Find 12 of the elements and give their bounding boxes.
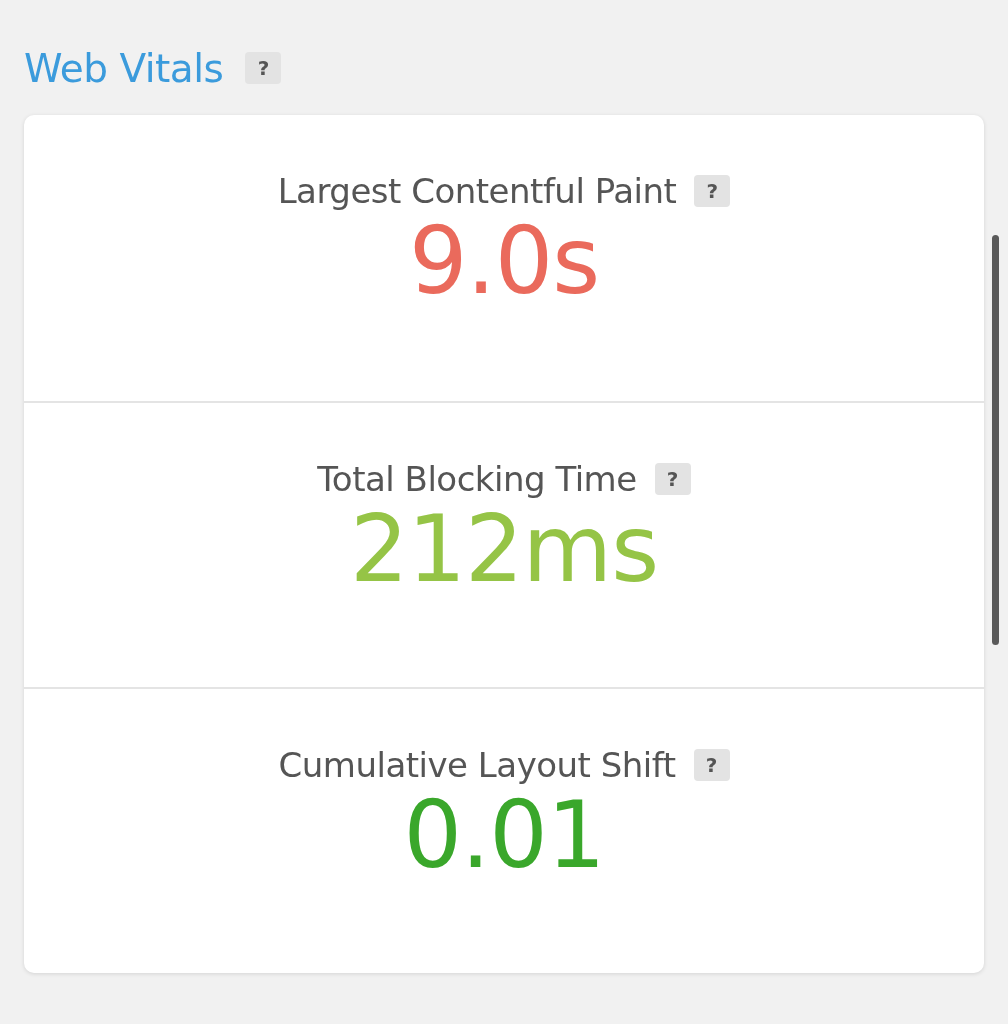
metric-label: Largest Contentful Paint [277, 171, 677, 211]
metric-value: 9.0s [408, 211, 600, 313]
help-button[interactable]: ? [654, 463, 691, 495]
metric-value: 0.01 [403, 785, 605, 887]
metric-label: Cumulative Layout Shift [278, 745, 676, 785]
scrollbar[interactable] [992, 235, 999, 645]
help-button[interactable]: ? [694, 175, 731, 207]
metric-label: Total Blocking Time [317, 459, 637, 499]
section-title: Web Vitals [24, 45, 224, 91]
help-button[interactable]: ? [245, 52, 282, 84]
metric-value: 212ms [349, 499, 659, 601]
help-button[interactable]: ? [693, 749, 730, 781]
